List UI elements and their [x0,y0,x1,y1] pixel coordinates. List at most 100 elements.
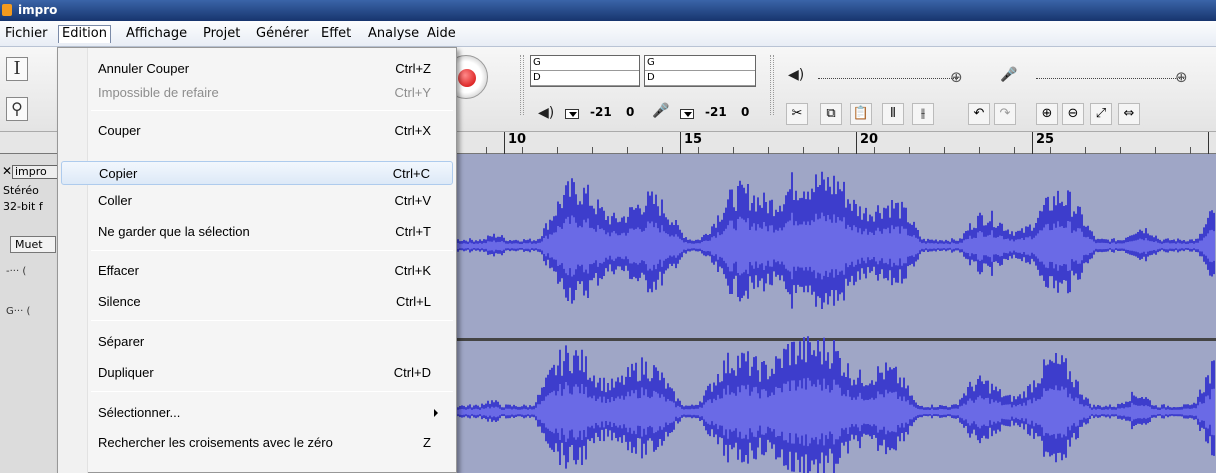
ruler-minor-tick [803,147,804,154]
speaker-icon: ◀) [538,105,555,121]
ruler-minor-tick [979,147,980,154]
menu-item-label: Silence [98,294,141,309]
fit-project-icon[interactable]: ⇔ [1118,103,1140,125]
edition-menu: Annuler Couper Ctrl+Z Impossible de refa… [57,47,457,473]
menu-item-coller[interactable]: Coller Ctrl+V [61,189,453,213]
menu-item-silence[interactable]: Silence Ctrl+L [61,290,453,314]
playback-meter-dropdown[interactable] [565,109,579,119]
menu-separator [91,320,453,321]
record-meter-left: G [645,56,755,71]
menu-item-shortcut: Ctrl+K [394,263,431,278]
gain-slider[interactable]: -··· ( [6,266,26,277]
menu-item-label: Couper [98,123,141,138]
playback-meter[interactable]: G D [530,55,640,87]
menu-fichier[interactable]: Fichier [2,25,51,43]
ruler-minor-tick [1014,147,1015,154]
record-scale-min: -21 [705,105,727,119]
menu-item-shortcut: Ctrl+D [393,365,431,380]
ruler-minor-tick [698,147,699,154]
menu-item-label: Annuler Couper [98,61,190,76]
menu-aide[interactable]: Aide [424,25,459,43]
zoom-in-icon[interactable]: ⊕ [1036,103,1058,125]
zoom-out-icon[interactable]: ⊖ [1062,103,1084,125]
menu-item-copier[interactable]: Copier Ctrl+C [61,161,453,185]
menu-separator [91,391,453,392]
playback-meter-right: D [531,71,639,86]
toolbar-grip-2[interactable] [770,55,774,115]
menu-item-separer[interactable]: Séparer [61,330,453,354]
track-type: Stéréo [3,184,39,197]
menu-item-refaire[interactable]: Impossible de refaire Ctrl+Y [61,81,453,105]
silence-icon[interactable]: ⫲ [912,103,934,125]
window-title: impro [18,3,58,17]
menu-analyse[interactable]: Analyse [365,25,422,43]
menu-item-shortcut: Ctrl+Z [395,61,431,76]
ruler-label-15: 15 [684,132,703,147]
app-icon [2,4,12,16]
ruler-minor-tick [768,147,769,154]
pan-label: G [6,306,14,317]
menu-item-label: Ne garder que la sélection [98,224,250,239]
toolbar-grip[interactable] [520,55,524,115]
menu-item-label: Copier [99,166,138,181]
track-name-button[interactable]: impro [12,165,60,179]
menu-effet[interactable]: Effet [318,25,354,43]
submenu-arrow-icon [434,409,438,417]
copy-icon[interactable]: ⧉ [820,103,842,125]
menu-edition[interactable]: Edition [58,25,111,43]
input-volume-slider[interactable] [1036,69,1186,79]
playback-scale-min: -21 [590,105,612,119]
menu-item-dupliquer[interactable]: Dupliquer Ctrl+D [61,361,453,385]
trim-icon[interactable]: ⫴ [882,103,904,125]
menu-item-label: Dupliquer [98,365,154,380]
mute-button[interactable]: Muet [10,236,56,253]
ruler-major-tick [856,132,857,154]
ruler-minor-tick [733,147,734,154]
ruler-minor-tick [909,147,910,154]
ruler-minor-tick [592,147,593,154]
menu-item-label: Sélectionner... [98,405,181,420]
ruler-minor-tick [557,147,558,154]
menu-item-shortcut: Ctrl+L [395,294,431,309]
menu-item-garder-selection[interactable]: Ne garder que la sélection Ctrl+T [61,220,453,244]
title-bar: impro [0,0,1216,21]
ruler-minor-tick [1085,147,1086,154]
record-icon [458,69,476,87]
record-meter[interactable]: G D [644,55,756,87]
input-volume-thumb-icon[interactable]: ⊕ [1175,69,1188,85]
menu-item-shortcut: Ctrl+X [394,123,431,138]
fit-selection-icon[interactable]: ⤢ [1090,103,1112,125]
output-volume-slider[interactable] [818,69,958,79]
track-close-icon[interactable]: ✕ [2,165,12,178]
menu-item-effacer[interactable]: Effacer Ctrl+K [61,259,453,283]
selection-tool-button[interactable]: I [6,57,28,81]
menu-projet[interactable]: Projet [200,25,243,43]
ruler-major-tick [680,132,681,154]
menu-affichage[interactable]: Affichage [123,25,190,43]
cut-icon[interactable]: ✂ [786,103,808,125]
ruler-minor-tick [874,147,875,154]
redo-icon[interactable]: ↷ [994,103,1016,125]
output-volume-thumb-icon[interactable]: ⊕ [950,69,963,85]
pan-slider[interactable]: G··· ( [6,306,30,317]
menu-separator [91,250,453,251]
menu-item-label: Rechercher les croisements avec le zéro [98,435,333,450]
ruler-label-20: 20 [860,132,879,147]
menu-item-shortcut: Z [423,435,431,450]
menu-item-couper[interactable]: Couper Ctrl+X [61,119,453,143]
ruler-minor-tick [1155,147,1156,154]
menu-item-label: Impossible de refaire [98,85,219,100]
paste-icon[interactable]: 📋 [850,103,872,125]
undo-icon[interactable]: ↶ [968,103,990,125]
menu-generer[interactable]: Générer [253,25,312,43]
menu-item-shortcut: Ctrl+C [392,166,430,181]
menu-item-shortcut: Ctrl+T [395,224,431,239]
menu-bar: Fichier Edition Affichage Projet Générer… [0,21,1216,47]
menu-item-croisements-zero[interactable]: Rechercher les croisements avec le zéro … [61,431,453,455]
ruler-major-tick [504,132,505,154]
zoom-tool-button[interactable]: ⚲ [6,97,28,121]
record-meter-dropdown[interactable] [680,109,694,119]
track-format: 32-bit f [3,200,43,213]
menu-item-selectionner[interactable]: Sélectionner... [61,401,453,425]
menu-item-annuler[interactable]: Annuler Couper Ctrl+Z [61,57,453,81]
